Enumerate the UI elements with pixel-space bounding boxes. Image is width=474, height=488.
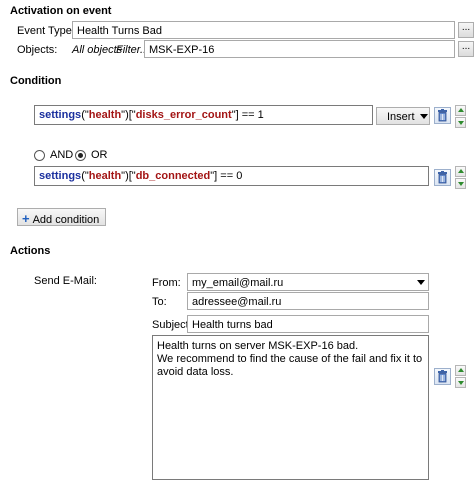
trash-icon [438, 171, 447, 184]
objects-field[interactable]: MSK-EXP-16 [144, 40, 455, 58]
or-radio[interactable] [75, 150, 86, 161]
arrow-up-icon [458, 368, 464, 372]
send-email-label: Send E-Mail: [34, 275, 97, 287]
event-types-field[interactable]: Health Turns Bad [72, 21, 455, 39]
to-label: To: [152, 296, 167, 308]
subject-field[interactable]: Health turns bad [187, 315, 429, 333]
condition-section-title: Condition [10, 75, 62, 87]
cond2-function: settings [39, 170, 82, 182]
insert-label: Insert [387, 111, 415, 123]
cond1-key2: disks_error_count [135, 109, 232, 121]
arrow-up-icon [458, 108, 464, 112]
arrow-down-icon [458, 381, 464, 385]
arrow-down-icon [458, 121, 464, 125]
email-body-textarea[interactable]: Health turns on server MSK-EXP-16 bad. W… [152, 335, 429, 480]
insert-dropdown-button[interactable]: Insert [376, 107, 430, 125]
action-order-controls [455, 365, 466, 388]
move-down-button[interactable] [455, 377, 466, 388]
cond1-key1: health [88, 109, 122, 121]
add-condition-label: Add condition [32, 214, 100, 226]
activation-section-title: Activation on event [10, 5, 112, 17]
cond1-function: settings [39, 109, 82, 121]
move-up-button[interactable] [455, 166, 466, 177]
condition-expression-2[interactable]: settings("health")["db_connected"] == 0 [34, 166, 429, 186]
condition-expression-1[interactable]: settings("health")["disks_error_count"] … [34, 105, 373, 125]
move-up-button[interactable] [455, 365, 466, 376]
objects-browse-button[interactable]: ... [458, 41, 474, 57]
from-label: From: [152, 277, 181, 289]
delete-condition-1-button[interactable] [434, 107, 451, 124]
and-radio[interactable] [34, 150, 45, 161]
arrow-up-icon [458, 169, 464, 173]
objects-label: Objects: [17, 44, 58, 56]
subject-label: Subject: [152, 319, 192, 331]
plus-icon: + [22, 211, 30, 226]
and-label: AND [50, 149, 74, 161]
add-condition-button[interactable]: + Add condition [17, 208, 107, 226]
cond2-key2: db_connected [135, 170, 211, 182]
dropdown-arrow-icon [417, 280, 425, 285]
move-down-button[interactable] [455, 117, 466, 128]
to-field[interactable]: adressee@mail.ru [187, 292, 429, 310]
or-label: OR [91, 149, 108, 161]
trash-icon [438, 109, 447, 122]
actions-section-title: Actions [10, 245, 51, 257]
condition-1-order-controls [455, 105, 466, 128]
dropdown-arrow-icon [420, 114, 428, 119]
trash-icon [438, 370, 447, 383]
event-types-label: Event Types: [17, 25, 81, 37]
from-value: my_email@mail.ru [192, 277, 284, 289]
move-down-button[interactable] [455, 178, 466, 189]
condition-2-order-controls [455, 166, 466, 189]
cond2-key1: health [88, 170, 122, 182]
arrow-down-icon [458, 182, 464, 186]
from-select[interactable]: my_email@mail.ru [187, 273, 429, 291]
delete-action-button[interactable] [434, 368, 451, 385]
all-objects-link[interactable]: All objects [72, 44, 122, 56]
event-types-browse-button[interactable]: ... [458, 22, 474, 38]
move-up-button[interactable] [455, 105, 466, 116]
delete-condition-2-button[interactable] [434, 169, 451, 186]
